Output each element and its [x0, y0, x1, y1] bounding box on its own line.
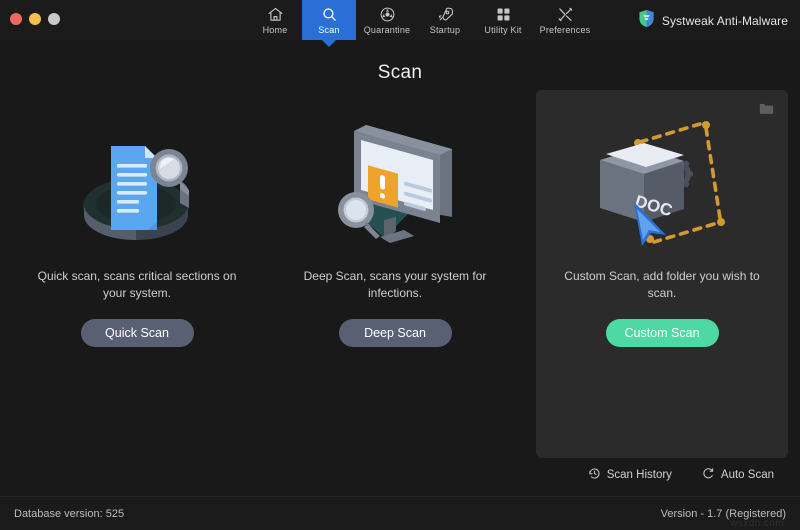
scan-history-link[interactable]: Scan History [588, 467, 672, 483]
card-description-quick-scan: Quick scan, scans critical sections on y… [37, 269, 237, 300]
card-quick-scan[interactable]: Quick scan, scans critical sections on y… [8, 90, 266, 458]
nav-item-preferences[interactable]: Preferences [534, 0, 596, 40]
card-deep-scan[interactable]: Deep Scan, scans your system for infecti… [266, 90, 524, 458]
auto-refresh-icon [702, 467, 715, 483]
document-magnifier-illustration [8, 98, 266, 266]
nav-label-utility-kit: Utility Kit [484, 24, 522, 35]
close-button[interactable] [10, 13, 22, 25]
grid-icon [495, 6, 512, 23]
watermark: wsxdn.com [730, 518, 784, 529]
nav-item-utility-kit[interactable]: Utility Kit [472, 0, 534, 40]
folder-cursor-illustration: DOC [536, 98, 788, 266]
clock-icon [588, 467, 601, 483]
nav-label-preferences: Preferences [539, 24, 591, 35]
tools-icon [557, 6, 574, 23]
minimize-button[interactable] [29, 13, 41, 25]
title-bar: Home Scan Quarantine Startup Utility Kit… [0, 0, 800, 40]
scan-actions: Scan History Auto Scan [0, 458, 800, 492]
quick-scan-button[interactable]: Quick Scan [80, 319, 194, 347]
home-icon [267, 6, 284, 23]
scan-options: Quick scan, scans critical sections on y… [0, 90, 800, 458]
radiation-icon [379, 6, 396, 23]
deep-scan-button[interactable]: Deep Scan [338, 319, 452, 347]
card-description-custom-scan: Custom Scan, add folder you wish to scan… [564, 269, 760, 300]
page-title: Scan [377, 62, 423, 83]
zoom-button[interactable] [48, 13, 60, 25]
search-icon [321, 6, 338, 23]
nav-item-home[interactable]: Home [248, 0, 302, 40]
nav-label-quarantine: Quarantine [363, 24, 411, 35]
brand: Systweak Anti-Malware [638, 9, 788, 33]
nav-item-startup[interactable]: Startup [418, 0, 472, 40]
window-controls [10, 13, 60, 25]
status-bar: Database version: 525 Version - 1.7 (Reg… [0, 496, 800, 530]
main-navigation: Home Scan Quarantine Startup Utility Kit… [248, 0, 596, 40]
brand-name: Systweak Anti-Malware [661, 14, 788, 28]
folder-icon[interactable] [759, 102, 774, 120]
nav-item-scan[interactable]: Scan [302, 0, 356, 40]
custom-scan-button[interactable]: Custom Scan [605, 319, 719, 347]
nav-label-startup: Startup [429, 24, 461, 35]
auto-scan-link[interactable]: Auto Scan [702, 467, 774, 483]
nav-label-home: Home [262, 24, 288, 35]
scan-history-label: Scan History [606, 469, 672, 481]
auto-scan-label: Auto Scan [720, 469, 774, 481]
nav-item-quarantine[interactable]: Quarantine [356, 0, 418, 40]
shield-icon [638, 9, 655, 33]
monitor-warning-illustration [266, 98, 524, 266]
card-custom-scan[interactable]: DOC Custom Scan, add folder you wish to … [536, 90, 788, 458]
database-version: Database version: 525 [14, 507, 125, 520]
rocket-icon [437, 6, 454, 23]
card-description-deep-scan: Deep Scan, scans your system for infecti… [303, 269, 487, 300]
app-window: Home Scan Quarantine Startup Utility Kit… [0, 0, 800, 530]
nav-label-scan: Scan [318, 24, 340, 35]
